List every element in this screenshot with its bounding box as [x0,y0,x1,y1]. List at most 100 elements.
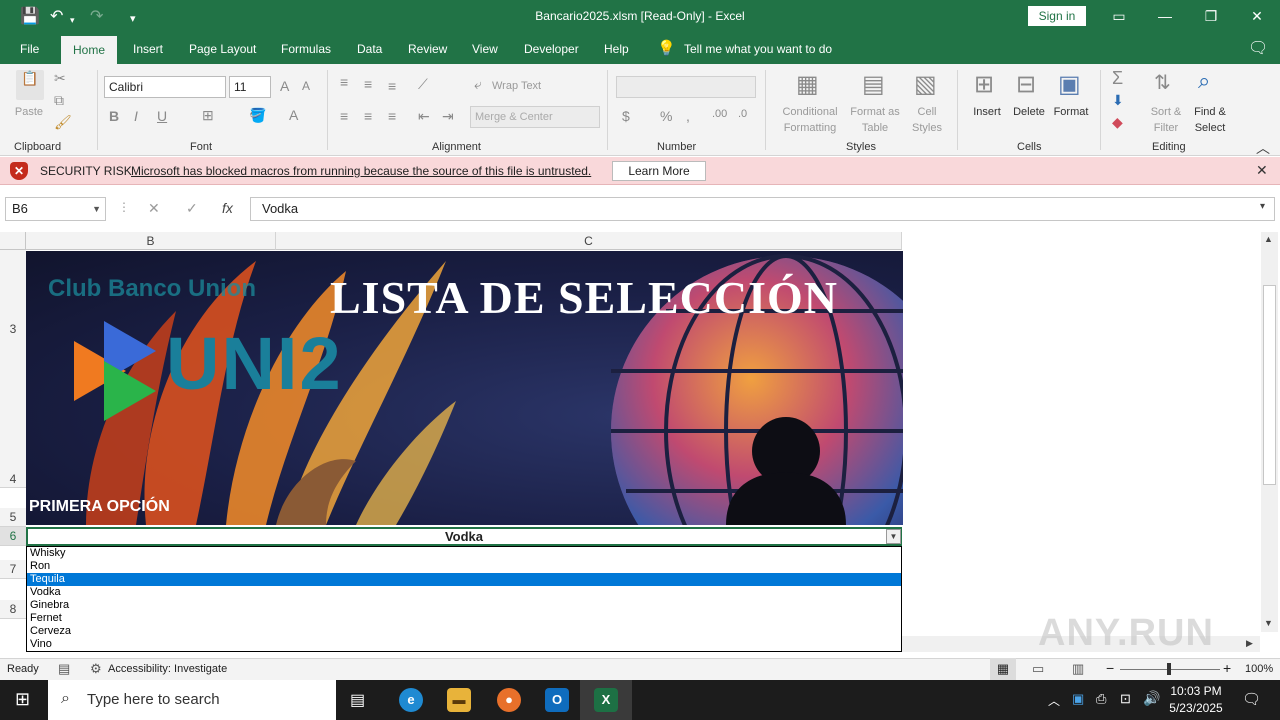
ribbon-display-options-icon[interactable]: ▭ [1104,5,1134,27]
row-header-5[interactable]: 5 [0,508,26,527]
outlook-tray-icon[interactable]: ▣ [1072,691,1084,707]
zoom-in-icon[interactable]: + [1223,660,1231,676]
list-item-selected[interactable]: Tequila [27,573,901,586]
align-top-icon[interactable]: ≡ [340,74,348,90]
paste-icon[interactable]: 📋 [16,70,44,100]
wrap-text-icon[interactable]: ⤶ [474,76,482,93]
learn-more-button[interactable]: Learn More [612,161,706,181]
security-message-link[interactable]: Microsoft has blocked macros from runnin… [131,164,591,178]
currency-icon[interactable]: $ [622,108,630,124]
delete-cells-icon[interactable]: ⊟ [1016,70,1036,99]
delete-cells-button[interactable]: Delete [1008,106,1050,118]
close-warning-icon[interactable]: ✕ [1256,162,1268,179]
tab-review[interactable]: Review [408,34,447,64]
taskbar-search-box[interactable]: Type here to search [48,680,336,720]
list-item[interactable]: Ron [27,560,901,573]
font-color-icon[interactable]: A [289,107,298,123]
decrease-indent-icon[interactable]: ⇤ [418,108,430,125]
underline-icon[interactable]: U [157,108,167,124]
tab-formulas[interactable]: Formulas [281,34,331,64]
firefox-icon[interactable]: ● [497,688,521,712]
row-header-6[interactable]: 6 [0,527,26,546]
list-item[interactable]: Cerveza [27,625,901,638]
sort-filter-label-1[interactable]: Sort & [1146,106,1186,118]
autosum-icon[interactable]: Σ [1112,68,1123,89]
accessibility-icon[interactable]: ⚙ [90,661,102,677]
vertical-scroll-thumb[interactable] [1263,285,1276,485]
row-header-7[interactable]: 7 [0,560,26,579]
align-right-icon[interactable]: ≡ [388,108,396,124]
format-cells-button[interactable]: Format [1050,106,1092,118]
fill-color-icon[interactable]: 🪣 [249,107,266,124]
collapse-ribbon-icon[interactable]: ︿ [1256,138,1270,158]
sort-filter-label-2[interactable]: Filter [1146,122,1186,134]
zoom-level[interactable]: 100% [1245,663,1273,675]
find-select-label-1[interactable]: Find & [1188,106,1232,118]
tab-developer[interactable]: Developer [524,34,579,64]
notification-icon[interactable]: 🗨 [1242,690,1261,708]
format-as-table-label-2[interactable]: Table [846,122,904,134]
cell-styles-label-1[interactable]: Cell [904,106,950,118]
insert-cells-button[interactable]: Insert [966,106,1008,118]
page-layout-view-icon[interactable]: ▭ [1032,661,1044,677]
select-all-corner[interactable] [0,232,26,250]
conditional-formatting-icon[interactable]: ▦ [796,70,819,99]
conditional-formatting-label-2[interactable]: Formatting [772,122,848,134]
tab-file[interactable]: File [20,34,39,64]
list-item[interactable]: Vodka [27,586,901,599]
orientation-icon[interactable]: ⟋ [418,76,428,93]
format-as-table-icon[interactable]: ▤ [862,70,885,99]
align-center-icon[interactable]: ≡ [364,108,372,124]
list-item[interactable]: Fernet [27,612,901,625]
banner-image[interactable]: Club Banco Union UNI2 LISTA DE SELECCIÓN… [26,251,903,525]
comma-style-icon[interactable]: , [686,108,690,124]
show-hidden-icons[interactable]: ︿ [1048,692,1060,709]
tab-home[interactable]: Home [61,36,118,64]
tab-insert[interactable]: Insert [133,34,163,64]
italic-icon[interactable]: I [134,108,138,124]
scroll-down-icon[interactable]: ▼ [1264,618,1273,628]
list-item[interactable]: Whisky [27,547,901,560]
wrap-text-button[interactable]: Wrap Text [492,80,541,92]
task-view-icon[interactable]: ▤ [350,690,365,710]
page-break-view-icon[interactable]: ▥ [1072,661,1084,677]
comments-icon[interactable]: 🗨 [1248,34,1268,64]
close-button[interactable]: ✕ [1242,5,1272,27]
font-name-box[interactable]: Calibri [104,76,226,98]
macro-record-icon[interactable]: ▤ [58,661,70,677]
row-header-4[interactable]: 4 [0,470,26,488]
file-explorer-icon[interactable]: ▬ [447,688,471,712]
dropdown-arrow-button[interactable]: ▼ [886,529,901,544]
cell-styles-icon[interactable]: ▧ [914,70,937,99]
sort-filter-icon[interactable]: ⇅ [1154,70,1171,95]
format-as-table-label-1[interactable]: Format as [846,106,904,118]
insert-cells-icon[interactable]: ⊞ [974,70,994,99]
merge-center-button[interactable]: Merge & Center [470,106,600,128]
windows-start-icon[interactable]: ⊞ [15,689,30,710]
find-select-icon[interactable]: ⌕ [1198,68,1210,94]
tell-me-search[interactable]: Tell me what you want to do [684,34,832,64]
increase-decimal-icon[interactable]: .00 [712,108,727,120]
excel-icon[interactable]: X [594,688,618,712]
conditional-formatting-label-1[interactable]: Conditional [772,106,848,118]
align-left-icon[interactable]: ≡ [340,108,348,124]
column-header-b[interactable]: B [26,232,276,250]
name-box[interactable]: B6 ▼ [5,197,106,221]
network-icon[interactable]: ⊡ [1120,691,1131,707]
row-header-3[interactable]: 3 [0,250,26,486]
insert-function-icon[interactable]: fx [222,200,233,216]
scroll-up-icon[interactable]: ▲ [1264,234,1273,244]
percent-icon[interactable]: % [660,108,672,124]
tab-help[interactable]: Help [604,34,629,64]
copy-icon[interactable]: ⧉ [54,92,64,109]
cancel-icon[interactable]: ✕ [148,200,160,217]
maximize-button[interactable]: ❐ [1196,5,1226,27]
chevron-down-icon[interactable]: ▼ [92,198,101,220]
align-middle-icon[interactable]: ≡ [364,76,372,92]
format-painter-icon[interactable]: 🖌 [54,114,72,131]
list-item[interactable]: Ginebra [27,599,901,612]
formula-input[interactable]: Vodka [250,197,1275,221]
paste-button[interactable]: Paste [12,106,46,118]
format-cells-icon[interactable]: ▣ [1058,70,1081,99]
number-format-box[interactable] [616,76,756,98]
